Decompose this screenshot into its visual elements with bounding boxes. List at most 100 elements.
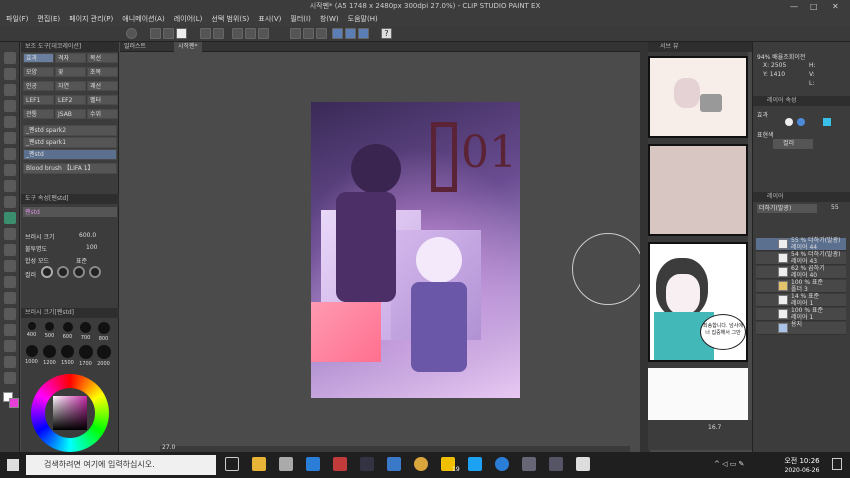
operation-tool-icon[interactable] (4, 84, 16, 96)
minimize-button[interactable]: — (790, 0, 798, 13)
special-ruler-snap-icon[interactable] (345, 28, 356, 39)
open-file-icon[interactable] (163, 28, 174, 39)
edge-icon[interactable] (306, 457, 320, 471)
brush-tip-option[interactable] (73, 266, 85, 278)
effect-color-icon[interactable] (797, 118, 805, 126)
subtool-ruled-line[interactable]: 괘선 (87, 81, 118, 91)
menu-edit[interactable]: 편집(E) (37, 13, 60, 26)
brush-item-spark2[interactable]: _펜std spark2 (23, 125, 117, 136)
subtool-shape[interactable]: 모양 (23, 67, 54, 77)
size-preset[interactable]: 2000 (95, 343, 112, 367)
selection-tool-icon[interactable] (4, 100, 16, 112)
steam-icon[interactable] (360, 457, 374, 471)
size-preset[interactable]: 800 (95, 320, 112, 342)
clip-studio-icon[interactable] (126, 28, 137, 39)
subtool-water[interactable]: 수위 (87, 109, 118, 119)
correct-line-tool-icon[interactable] (4, 372, 16, 384)
maximize-button[interactable]: □ (810, 0, 818, 13)
brush-tip-option[interactable] (41, 266, 53, 278)
subtool-nature[interactable]: 자연 (55, 81, 86, 91)
brush-item-blood[interactable]: Blood brush 【LIFA 1】 (23, 163, 117, 174)
menu-filter[interactable]: 필터(I) (290, 13, 310, 26)
subtool-flower[interactable]: 꽃 (55, 67, 86, 77)
taskbar-search-input[interactable]: 검색하려면 여기에 입력하십시오. (26, 455, 216, 475)
eraser-tool-icon[interactable] (4, 228, 16, 240)
brush-item-spark1[interactable]: _펜std spark1 (23, 137, 117, 148)
size-preset[interactable]: 600 (59, 320, 76, 342)
brush-tip-option[interactable] (89, 266, 101, 278)
new-file-icon[interactable] (150, 28, 161, 39)
zoom-readout[interactable]: 27.0 (162, 444, 175, 451)
notification-icon[interactable] (832, 458, 842, 470)
fill-tool-icon[interactable] (4, 260, 16, 272)
opacity-value[interactable]: 100 (86, 244, 97, 251)
redo-icon[interactable] (213, 28, 224, 39)
subtool-pierce[interactable]: 관통 (23, 109, 54, 119)
menu-help[interactable]: 도움말(H) (348, 13, 378, 26)
move-tool-icon[interactable] (4, 68, 16, 80)
brush-tip-option[interactable] (57, 266, 69, 278)
layer-blend-select[interactable]: 더하기(발광) (757, 204, 817, 213)
layer-row[interactable]: 62 % 곱하기 레이어 40 (756, 265, 846, 279)
brush-tool-icon[interactable] (4, 180, 16, 192)
subtool-lef2[interactable]: LEF2 (55, 95, 86, 105)
menu-window[interactable]: 창(W) (320, 13, 339, 26)
ruler-tool-icon[interactable] (4, 324, 16, 336)
eyedropper-tool-icon[interactable] (4, 132, 16, 144)
menu-view[interactable]: 표시(V) (258, 13, 281, 26)
pencil-tool-icon[interactable] (4, 164, 16, 176)
brush-size-value[interactable]: 600.0 (79, 232, 96, 239)
size-preset[interactable]: 400 (23, 320, 40, 342)
menu-selection[interactable]: 선택 범위(S) (211, 13, 249, 26)
mail-icon[interactable] (387, 457, 401, 471)
subtool-felt[interactable]: 펠터 (87, 95, 118, 105)
expression-color-select[interactable]: 컬러 (773, 139, 813, 149)
layer-opacity-value[interactable]: 55 (831, 204, 839, 211)
layer-folder-row[interactable]: 100 % 표준 폴더 3 (756, 279, 846, 293)
balloon-tool-icon[interactable] (4, 356, 16, 368)
layer-row[interactable]: 14 % 표준 레이어 1 (756, 293, 846, 307)
illustration-canvas[interactable]: 01 (311, 102, 520, 398)
blend-mode-select[interactable]: 표준 (76, 256, 87, 265)
effect-tone-icon[interactable] (823, 118, 831, 126)
fill-icon[interactable] (245, 28, 256, 39)
airbrush-tool-icon[interactable] (4, 196, 16, 208)
text-tool-icon[interactable] (4, 340, 16, 352)
twitter-icon[interactable] (468, 457, 482, 471)
sub-color-swatch[interactable] (9, 398, 19, 408)
transform-icon[interactable] (258, 28, 269, 39)
paint-taskbar-icon[interactable] (576, 457, 590, 471)
app-icon[interactable] (333, 457, 347, 471)
size-preset[interactable]: 700 (77, 320, 94, 342)
size-preset[interactable]: 500 (41, 320, 58, 342)
menu-animation[interactable]: 애니메이션(A) (122, 13, 164, 26)
subtool-grid[interactable]: 격자 (55, 53, 86, 63)
layer-row[interactable]: 100 % 표준 레이어 1 (756, 307, 846, 321)
blend-tool-icon[interactable] (4, 244, 16, 256)
clock-time[interactable]: 오전 10:26 (782, 456, 822, 466)
file-explorer-icon[interactable] (252, 457, 266, 471)
size-preset[interactable]: 1200 (41, 343, 58, 366)
subtool-effect[interactable]: 효과 (23, 53, 54, 63)
paper-layer-row[interactable]: 용지 (756, 321, 846, 335)
task-view-icon[interactable] (225, 457, 239, 471)
help-icon[interactable]: ? (381, 28, 392, 39)
subtool-artificial[interactable]: 인공 (23, 81, 54, 91)
menu-page[interactable]: 페이지 관리(P) (69, 13, 113, 26)
grid-snap-icon[interactable] (358, 28, 369, 39)
subtool-jsab[interactable]: JSAB (55, 109, 86, 119)
system-tray-icons[interactable]: ^ ◁ ▭ ✎ (714, 460, 744, 468)
pen-tool-icon[interactable] (4, 148, 16, 160)
size-preset[interactable]: 1500 (59, 343, 76, 366)
size-preset[interactable]: 1700 (77, 343, 94, 367)
gradient-tool-icon[interactable] (4, 276, 16, 288)
decoration-tool-icon[interactable] (4, 212, 16, 224)
undo-icon[interactable] (200, 28, 211, 39)
brush-item-pen-std[interactable]: _펜std (23, 149, 117, 160)
tab-illust[interactable]: 일러스트 (120, 42, 150, 52)
store-icon[interactable] (279, 457, 293, 471)
lasso-tool-icon[interactable] (4, 116, 16, 128)
tab-current-doc[interactable]: 시작펜* (174, 42, 202, 52)
size-preset[interactable]: 1000 (23, 343, 40, 365)
subtool-lef1[interactable]: LEF1 (23, 95, 54, 105)
